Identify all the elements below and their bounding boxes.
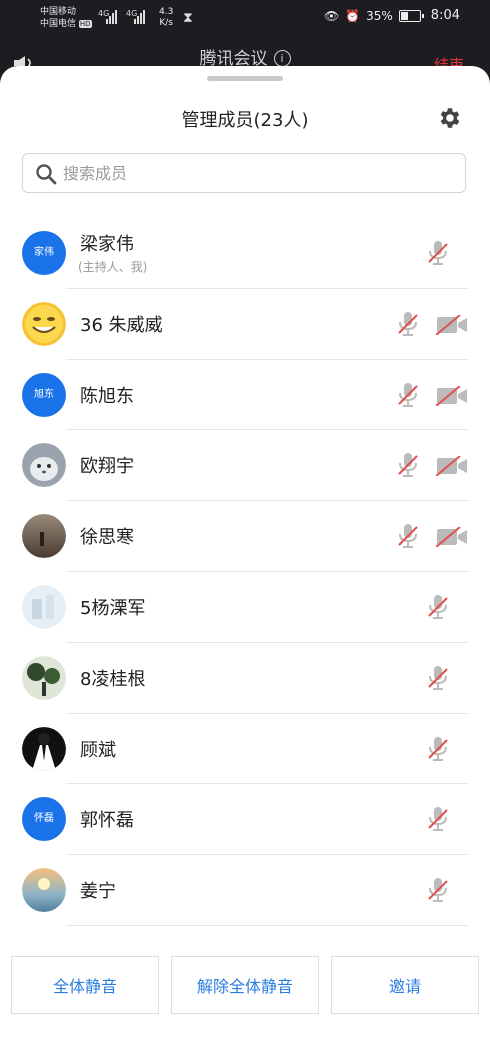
member-name: 郭怀磊 xyxy=(80,810,134,832)
camera-off-icon[interactable] xyxy=(436,527,468,548)
mic-muted-icon[interactable] xyxy=(427,736,449,762)
camera-off-icon[interactable] xyxy=(436,456,468,477)
hd-badge: HD xyxy=(78,20,92,28)
member-row[interactable]: 徐思寒 xyxy=(0,501,490,572)
avatar xyxy=(22,301,66,346)
mic-muted-icon[interactable] xyxy=(397,452,419,478)
member-list: 家伟 梁家伟 (主持人、我) 36 朱威威 旭东 陈旭东 欧翔宇 徐思寒 5杨溧… xyxy=(0,218,490,926)
avatar xyxy=(22,868,66,913)
member-row[interactable]: 顾斌 xyxy=(0,714,490,785)
battery-icon xyxy=(398,9,424,22)
clock: 8:04 xyxy=(430,8,460,23)
avatar xyxy=(22,584,66,629)
status-bar: 中国移动 中国电信 HD 4G 4G 4.3 K/s ⧗ 👁 ⏰ 35% 8:0… xyxy=(0,0,490,38)
mute-all-button[interactable]: 全体静音 xyxy=(11,956,159,1014)
carrier-info: 中国移动 中国电信 HD xyxy=(40,7,92,29)
alarm-icon: ⏰ xyxy=(345,8,361,23)
signal-icon-2 xyxy=(134,10,145,24)
mic-muted-icon[interactable] xyxy=(427,877,449,903)
mic-muted-icon[interactable] xyxy=(397,382,419,408)
search-input[interactable] xyxy=(63,160,453,186)
member-row[interactable]: 36 朱威威 xyxy=(0,289,490,360)
invite-button[interactable]: 邀请 xyxy=(331,956,479,1014)
member-name: 陈旭东 xyxy=(80,385,134,407)
unmute-all-button[interactable]: 解除全体静音 xyxy=(171,956,319,1014)
network-speed: 4.3 K/s xyxy=(159,7,174,28)
info-icon[interactable]: i xyxy=(273,50,291,67)
camera-off-icon[interactable] xyxy=(436,385,468,406)
mic-muted-icon[interactable] xyxy=(427,806,449,832)
member-name: 5杨溧军 xyxy=(80,597,146,619)
mic-muted-icon[interactable] xyxy=(427,665,449,691)
divider xyxy=(66,924,468,926)
eye-icon: 👁 xyxy=(323,8,340,23)
member-row[interactable]: 8凌桂根 xyxy=(0,643,490,714)
battery-percent: 35% xyxy=(366,8,393,23)
camera-off-icon[interactable] xyxy=(436,314,468,335)
panel-title: 管理成员(23人) xyxy=(181,110,309,131)
member-row[interactable]: 5杨溧军 xyxy=(0,572,490,643)
hourglass-icon: ⧗ xyxy=(183,10,193,26)
member-row[interactable]: 姜宁 xyxy=(0,855,490,926)
member-row[interactable]: 欧翔宇 xyxy=(0,430,490,502)
avatar: 旭东 xyxy=(22,372,66,417)
member-name: 姜宁 xyxy=(80,881,116,903)
gear-icon[interactable] xyxy=(437,105,463,131)
search-icon xyxy=(36,164,57,185)
avatar: 家伟 xyxy=(22,231,66,275)
mic-muted-icon[interactable] xyxy=(397,523,419,549)
avatar xyxy=(22,514,66,559)
member-name: 欧翔宇 xyxy=(80,456,134,478)
member-row[interactable]: 家伟 梁家伟 (主持人、我) xyxy=(0,218,490,289)
status-right: 👁 ⏰ 35% 8:04 xyxy=(324,8,460,23)
mic-muted-icon[interactable] xyxy=(427,594,449,620)
member-row[interactable]: 怀磊 郭怀磊 xyxy=(0,784,490,856)
mic-muted-icon[interactable] xyxy=(427,240,449,266)
member-row[interactable]: 旭东 陈旭东 xyxy=(0,360,490,431)
member-name: 36 朱威威 xyxy=(80,314,163,336)
avatar xyxy=(22,726,66,771)
mic-muted-icon[interactable] xyxy=(397,311,419,337)
member-role: (主持人、我) xyxy=(78,260,148,274)
signal-icon xyxy=(106,10,117,24)
avatar xyxy=(22,655,66,700)
member-name: 8凌桂根 xyxy=(80,668,146,690)
drag-handle[interactable] xyxy=(207,76,283,81)
member-name: 梁家伟 xyxy=(80,234,134,255)
avatar: 怀磊 xyxy=(22,797,66,842)
member-name: 徐思寒 xyxy=(80,527,134,549)
manage-members-panel: 管理成员(23人) 家伟 梁家伟 (主持人、我) 36 朱威威 旭东 xyxy=(0,66,490,1062)
avatar xyxy=(22,443,66,488)
member-name: 顾斌 xyxy=(80,739,116,761)
search-box[interactable] xyxy=(22,153,466,193)
